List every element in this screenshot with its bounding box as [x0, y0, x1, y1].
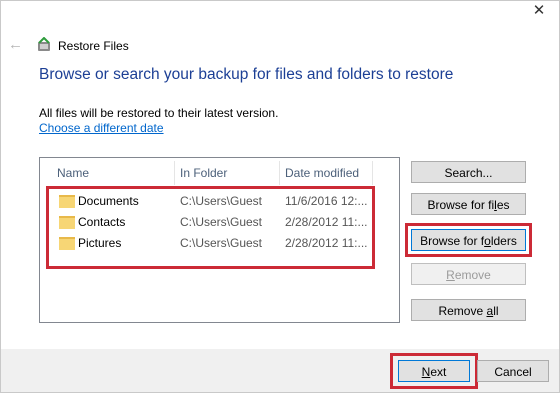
- close-icon[interactable]: ✕: [524, 1, 554, 21]
- highlight-box: [390, 353, 478, 389]
- window-title: Restore Files: [58, 39, 129, 53]
- restore-files-icon: [38, 37, 50, 51]
- remove-all-button[interactable]: Remove all: [411, 299, 526, 321]
- highlight-box: [405, 223, 532, 257]
- column-divider: [372, 161, 373, 185]
- column-divider: [279, 161, 280, 185]
- cancel-button[interactable]: Cancel: [477, 360, 549, 382]
- search-button[interactable]: Search...: [411, 161, 526, 183]
- browse-files-button[interactable]: Browse for files: [411, 193, 526, 215]
- column-header-folder[interactable]: In Folder: [180, 159, 227, 187]
- highlight-box: [46, 186, 375, 269]
- column-header-date[interactable]: Date modified: [285, 159, 359, 187]
- info-text: All files will be restored to their late…: [39, 106, 279, 120]
- column-header-name[interactable]: Name: [57, 159, 89, 187]
- column-divider: [174, 161, 175, 185]
- remove-button[interactable]: Remove: [411, 263, 526, 285]
- choose-date-link[interactable]: Choose a different date: [39, 121, 164, 135]
- page-heading: Browse or search your backup for files a…: [39, 66, 454, 83]
- back-arrow-icon[interactable]: ←: [8, 36, 23, 53]
